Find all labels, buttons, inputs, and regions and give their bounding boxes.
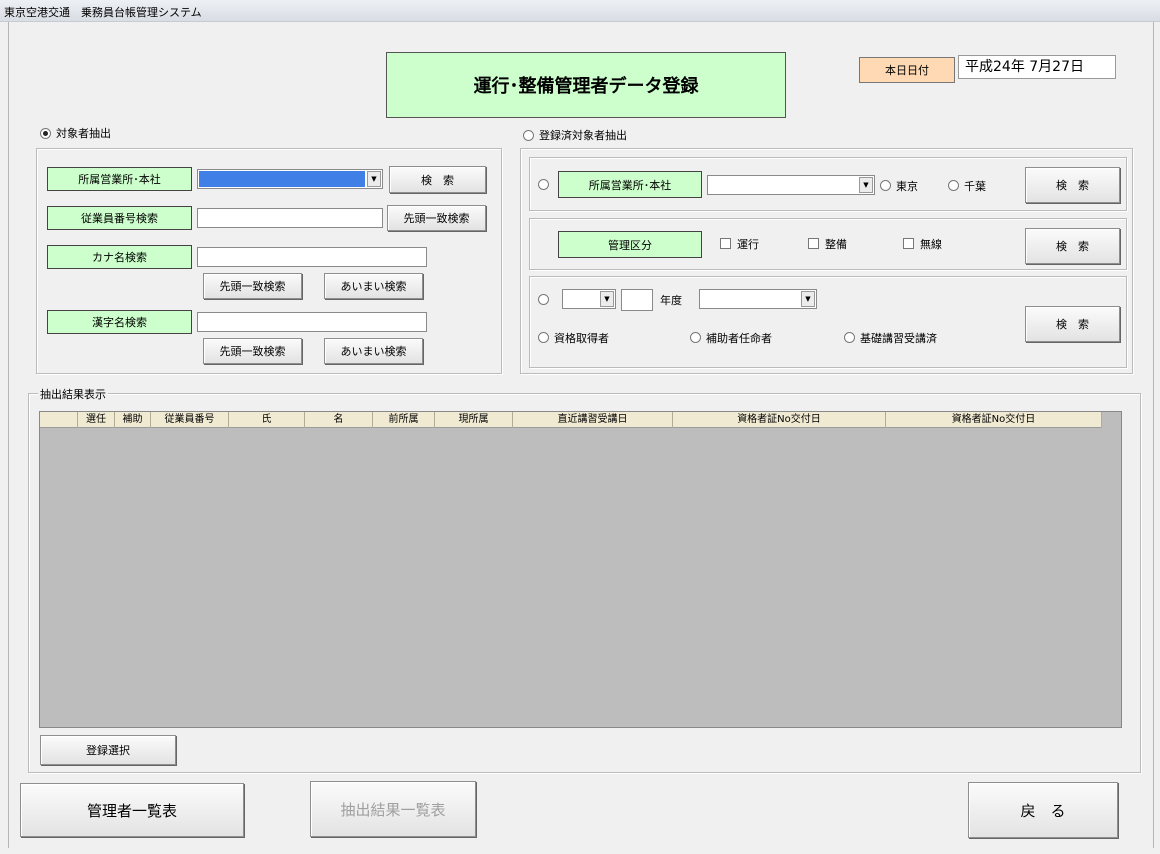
tokyo-radio[interactable] bbox=[880, 180, 891, 191]
category-label: 管理区分 bbox=[558, 231, 702, 258]
registered-office-label: 所属営業所･本社 bbox=[558, 171, 702, 198]
category-search-button[interactable]: 検 索 bbox=[1025, 228, 1120, 264]
maintenance-label: 整備 bbox=[825, 238, 847, 251]
employee-number-label: 従業員番号検索 bbox=[47, 206, 192, 230]
chevron-down-icon[interactable]: ▼ bbox=[600, 291, 614, 307]
chiba-label: 千葉 bbox=[964, 180, 986, 193]
window-title: 東京空港交通 乗務員台帳管理システム bbox=[4, 6, 202, 19]
qualified-radio[interactable] bbox=[538, 332, 549, 343]
kana-prefix-search-button[interactable]: 先頭一致検索 bbox=[203, 273, 302, 299]
fiscal-year-select[interactable]: ▼ bbox=[699, 289, 817, 309]
chevron-down-icon[interactable]: ▼ bbox=[367, 171, 381, 187]
column-header[interactable]: 資格者証No交付日 bbox=[673, 412, 886, 428]
results-grid[interactable]: 選任 補助 従業員番号 氏 名 前所属 現所属 直近講習受講日 資格者証No交付… bbox=[39, 411, 1122, 728]
column-header[interactable]: 資格者証No交付日 bbox=[886, 412, 1102, 428]
kanji-name-label: 漢字名検索 bbox=[47, 310, 192, 334]
results-grid-header: 選任 補助 従業員番号 氏 名 前所属 現所属 直近講習受講日 資格者証No交付… bbox=[40, 412, 1102, 428]
kanji-prefix-search-button[interactable]: 先頭一致検索 bbox=[203, 338, 302, 364]
kanji-name-input[interactable] bbox=[197, 312, 427, 332]
radio-dispatch-checkbox[interactable] bbox=[903, 238, 914, 249]
basic-course-label: 基礎講習受講済 bbox=[860, 332, 937, 345]
registered-office-search-button[interactable]: 検 索 bbox=[1025, 167, 1120, 203]
office-filter-radio[interactable] bbox=[538, 179, 549, 190]
registered-extract-radio[interactable] bbox=[523, 129, 534, 141]
date-label: 本日日付 bbox=[859, 57, 955, 83]
year-label: 年度 bbox=[660, 294, 682, 307]
year-search-button[interactable]: 検 索 bbox=[1025, 306, 1120, 342]
kana-name-label: カナ名検索 bbox=[47, 245, 192, 269]
era-select[interactable]: ▼ bbox=[562, 289, 616, 309]
column-header[interactable]: 氏 bbox=[229, 412, 305, 428]
assistant-label: 補助者任命者 bbox=[706, 332, 772, 345]
basic-course-radio[interactable] bbox=[844, 332, 855, 343]
office-search-button[interactable]: 検 索 bbox=[389, 166, 486, 193]
operation-label: 運行 bbox=[737, 238, 759, 251]
kanji-fuzzy-search-button[interactable]: あいまい検索 bbox=[324, 338, 423, 364]
column-header[interactable]: 選任 bbox=[78, 412, 115, 428]
tokyo-label: 東京 bbox=[896, 180, 918, 193]
back-button[interactable]: 戻 る bbox=[968, 782, 1118, 838]
column-header[interactable] bbox=[40, 412, 78, 428]
employee-prefix-search-button[interactable]: 先頭一致検索 bbox=[387, 205, 486, 231]
column-header[interactable]: 直近講習受講日 bbox=[513, 412, 673, 428]
chevron-down-icon[interactable]: ▼ bbox=[801, 291, 815, 307]
radio-dispatch-label: 無線 bbox=[920, 238, 942, 251]
column-header[interactable]: 従業員番号 bbox=[151, 412, 229, 428]
target-extract-option[interactable]: 対象者抽出 bbox=[40, 125, 111, 141]
kana-name-input[interactable] bbox=[197, 247, 427, 267]
operation-checkbox[interactable] bbox=[720, 238, 731, 249]
registered-extract-option[interactable]: 登録済対象者抽出 bbox=[523, 127, 627, 143]
year-input[interactable] bbox=[621, 289, 653, 311]
employee-number-input[interactable] bbox=[197, 208, 383, 228]
qualified-label: 資格取得者 bbox=[554, 332, 609, 345]
column-header[interactable]: 現所属 bbox=[435, 412, 513, 428]
extract-list-button: 抽出結果一覧表 bbox=[310, 781, 476, 837]
column-header[interactable]: 名 bbox=[305, 412, 373, 428]
office-label: 所属営業所･本社 bbox=[47, 167, 192, 191]
office-select[interactable]: ▼ bbox=[197, 169, 383, 189]
assistant-radio[interactable] bbox=[690, 332, 701, 343]
column-header[interactable]: 補助 bbox=[115, 412, 151, 428]
window-titlebar: 東京空港交通 乗務員台帳管理システム bbox=[0, 0, 1160, 22]
kana-fuzzy-search-button[interactable]: あいまい検索 bbox=[324, 273, 423, 299]
target-extract-label: 対象者抽出 bbox=[56, 127, 111, 140]
registered-office-select[interactable]: ▼ bbox=[707, 175, 875, 195]
manager-list-button[interactable]: 管理者一覧表 bbox=[20, 783, 244, 837]
target-extract-radio[interactable] bbox=[40, 127, 51, 139]
results-caption: 抽出結果表示 bbox=[38, 386, 108, 402]
date-field: 平成24年 7月27日 bbox=[958, 55, 1116, 79]
chiba-radio[interactable] bbox=[948, 180, 959, 191]
maintenance-checkbox[interactable] bbox=[808, 238, 819, 249]
chevron-down-icon[interactable]: ▼ bbox=[859, 177, 873, 193]
page-title: 運行･整備管理者データ登録 bbox=[386, 52, 786, 118]
column-header[interactable]: 前所属 bbox=[373, 412, 435, 428]
register-select-button[interactable]: 登録選択 bbox=[40, 735, 176, 765]
year-filter-radio[interactable] bbox=[538, 294, 549, 305]
registered-extract-label: 登録済対象者抽出 bbox=[539, 129, 627, 142]
